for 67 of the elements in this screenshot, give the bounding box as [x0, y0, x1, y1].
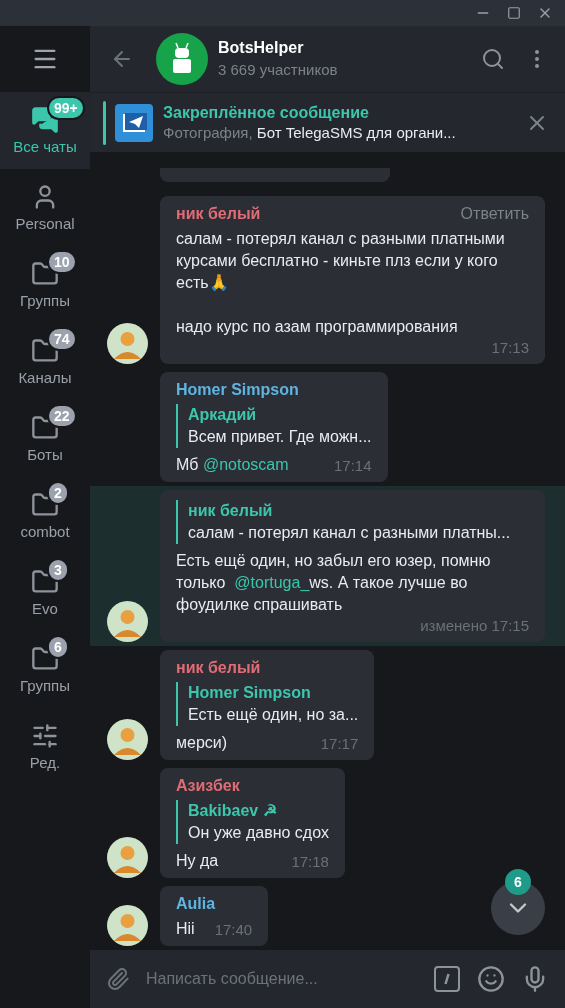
message-text: Hii	[176, 919, 195, 939]
quoted-text: салам - потерял канал с разными платны...	[188, 523, 512, 543]
attach-icon[interactable]	[106, 967, 130, 991]
search-icon[interactable]	[481, 47, 505, 71]
author-name: ник белый	[176, 204, 261, 224]
message-time: 17:17	[320, 734, 359, 754]
unread-badge: 99+	[47, 95, 85, 120]
unread-badge: 6	[47, 634, 69, 659]
mention-link[interactable]: @tortuga_	[234, 574, 310, 591]
avatar	[107, 905, 148, 946]
quoted-author: Homer Simpson	[188, 683, 312, 703]
folder-tab[interactable]: 10 Группы	[0, 246, 90, 323]
author-name: Aulia	[176, 894, 216, 914]
robot-icon[interactable]	[156, 33, 208, 85]
quoted-reply[interactable]: ник белый салам - потерял канал с разными платны...	[176, 500, 529, 544]
message-time: изменено 17:15	[420, 616, 529, 636]
avatar	[107, 719, 148, 760]
message-text: салам - потерял канал с разными платными курсами бесплатно - киньте плз если у кого есть🙏 надо курс по азам программирования	[176, 229, 506, 337]
pinned-label: Закреплённое сообщение	[163, 102, 370, 123]
quoted-text: Есть ещё один, но за...	[188, 705, 359, 725]
folder-tab[interactable]: 22 Боты	[0, 400, 90, 477]
unread-badge: 22	[47, 403, 77, 428]
quoted-author: Аркадий	[188, 405, 258, 425]
sliders-icon	[31, 721, 59, 750]
unread-badge: 74	[47, 326, 77, 351]
quoted-text: Всем привет. Где можн...	[188, 427, 372, 447]
folder-tab[interactable]: 2 combot	[0, 477, 90, 554]
mention-link[interactable]: @notoscam	[202, 456, 289, 473]
avatar	[107, 601, 148, 642]
emoji-icon[interactable]	[477, 965, 505, 993]
quoted-reply[interactable]: Аркадий Всем привет. Где можн...	[176, 404, 372, 448]
pinned-preview: Фотография, Бот TelegaSMS для органи...	[163, 122, 457, 143]
maximize-icon[interactable]	[507, 6, 521, 20]
chat-title: BotsHelper	[218, 38, 305, 58]
avatar	[107, 323, 148, 364]
unread-badge: 10	[47, 249, 77, 274]
folder-tab[interactable]: 74 Каналы	[0, 323, 90, 400]
folder-tab[interactable]: 99+ Все чаты	[0, 92, 90, 169]
quoted-author: ник белый	[188, 501, 274, 521]
message-input[interactable]: Написать сообщение...	[146, 967, 417, 991]
author-name: Азизбек	[176, 776, 240, 796]
folder-tab[interactable]: 6 Группы	[0, 631, 90, 708]
quoted-reply[interactable]: Homer Simpson Есть ещё один, но за...	[176, 682, 359, 726]
message-text: Мб @notoscam	[176, 455, 289, 475]
unread-badge: 2	[47, 480, 69, 505]
command-icon[interactable]	[433, 965, 461, 993]
author-name: ник белый	[176, 658, 261, 678]
avatar	[107, 837, 148, 878]
folder-tab[interactable]: 3 Evo	[0, 554, 90, 631]
message-text: мерси)	[176, 733, 228, 753]
pinned-bar[interactable]: Закреплённое сообщение Фотография, Бот TelegaSMS для органи...	[90, 92, 565, 152]
author-name: Homer Simpson	[176, 380, 299, 400]
reply-button[interactable]: Ответить	[460, 203, 529, 225]
quoted-reply[interactable]: Bakibaev ☭ Он уже давно сдох	[176, 800, 329, 844]
quoted-text: Он уже давно сдох	[188, 823, 329, 843]
folder-tab[interactable]: Ред.	[0, 708, 90, 785]
unread-badge: 6	[505, 869, 531, 895]
message-text: Есть ещё один, но забыл его юзер, помню только @tortuga_ws. А такое лучше во фоудилке спрашивать	[176, 551, 492, 615]
message-time: 17:40	[214, 920, 253, 940]
message-time: 17:18	[291, 852, 329, 872]
member-count: 3 669 участников	[218, 60, 339, 80]
folder-tab[interactable]: Personal	[0, 169, 90, 246]
message-time: 17:14	[333, 456, 372, 476]
quoted-author: Bakibaev ☭	[188, 801, 278, 821]
message-time: 17:13	[491, 338, 529, 358]
message-text: Ну да	[176, 851, 219, 871]
unread-badge: 3	[47, 557, 69, 582]
